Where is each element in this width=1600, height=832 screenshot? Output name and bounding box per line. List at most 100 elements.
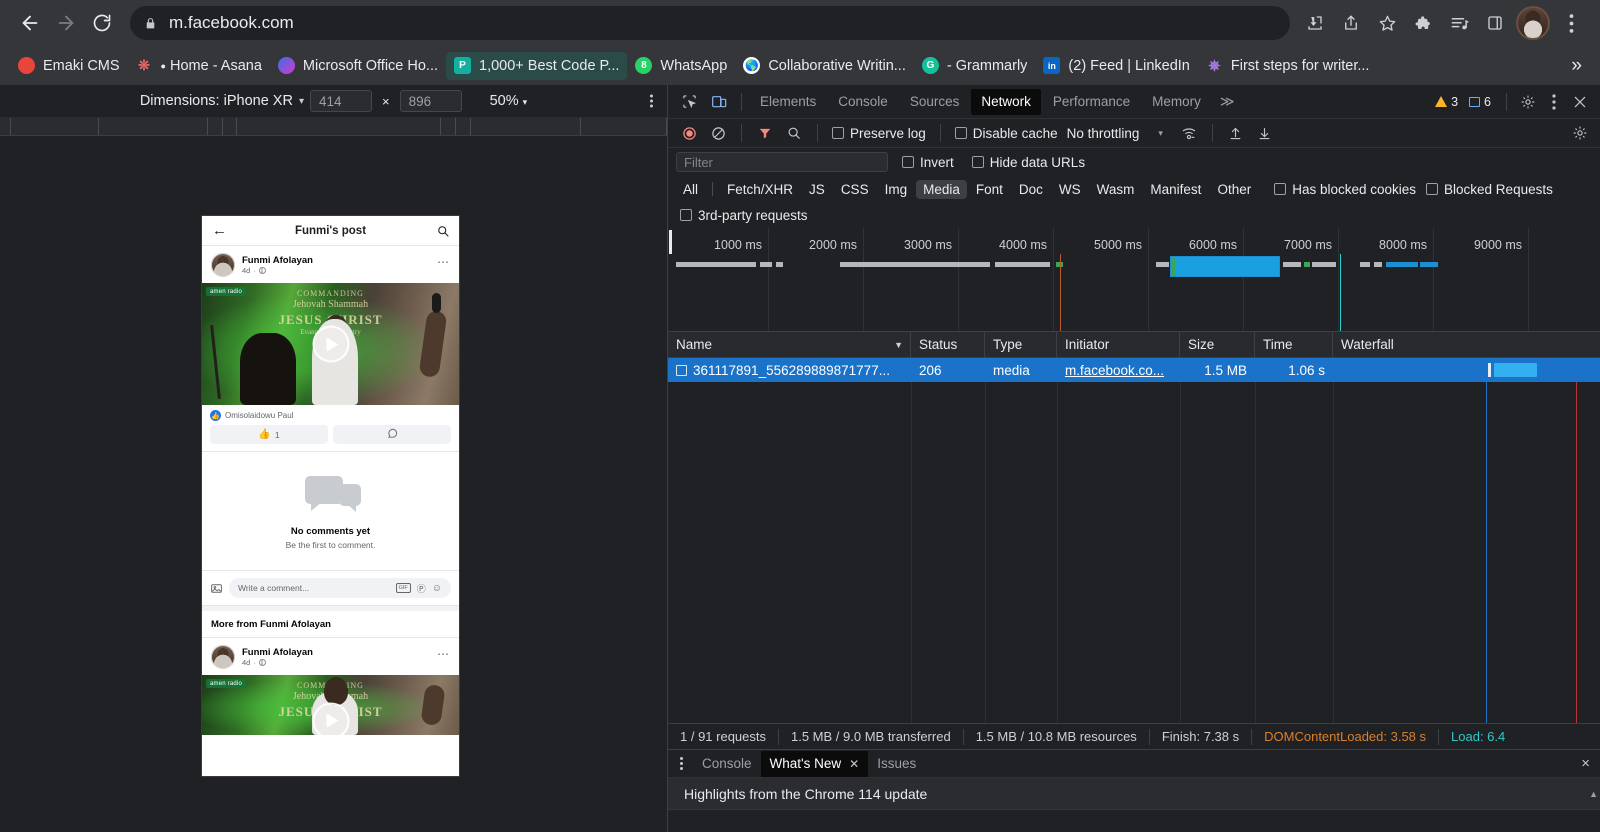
back-button[interactable] bbox=[12, 5, 48, 41]
play-button[interactable] bbox=[312, 326, 349, 363]
whats-new-item[interactable]: Highlights from the Chrome 114 update ▲ bbox=[668, 778, 1600, 810]
throttling-caret-icon[interactable]: ▾ bbox=[1142, 128, 1173, 139]
download-icon[interactable] bbox=[1298, 6, 1332, 40]
clear-circle-icon[interactable] bbox=[705, 122, 731, 144]
tab-network[interactable]: Network bbox=[971, 89, 1041, 115]
bookmark-home-asana[interactable]: ❊ ● Home - Asana bbox=[128, 52, 270, 80]
filter-chip-img[interactable]: Img bbox=[878, 180, 915, 199]
bookmark-whatsapp[interactable]: 8 WhatsApp bbox=[627, 52, 735, 80]
comment-button[interactable] bbox=[333, 425, 451, 444]
disable-cache-checkbox[interactable]: Disable cache bbox=[951, 126, 1062, 141]
cell-initiator[interactable]: m.facebook.co... bbox=[1057, 358, 1180, 382]
chrome-menu-kebab-icon[interactable] bbox=[1554, 6, 1588, 40]
mention-icon[interactable]: Ⓟ bbox=[417, 582, 426, 595]
drawer-menu-kebab-icon[interactable] bbox=[674, 757, 693, 770]
bookmark-microsoft-office[interactable]: Microsoft Office Ho... bbox=[270, 52, 446, 80]
back-arrow-icon[interactable]: ← bbox=[212, 223, 227, 238]
gif-icon[interactable]: GIF bbox=[396, 583, 411, 593]
share-icon[interactable] bbox=[1334, 6, 1368, 40]
tab-console[interactable]: Console bbox=[828, 89, 898, 115]
like-button[interactable]: 👍 1 bbox=[210, 425, 328, 444]
cell-name[interactable]: 361117891_556289889871777... bbox=[668, 358, 911, 382]
bookmarks-overflow-button[interactable]: » bbox=[1563, 55, 1590, 77]
column-header-initiator[interactable]: Initiator bbox=[1057, 332, 1180, 358]
device-dimensions-label[interactable]: Dimensions: iPhone XR bbox=[140, 93, 293, 109]
play-button[interactable] bbox=[312, 702, 349, 735]
filter-chip-manifest[interactable]: Manifest bbox=[1143, 180, 1208, 199]
side-panel-icon[interactable] bbox=[1478, 6, 1512, 40]
profile-avatar[interactable] bbox=[1516, 6, 1550, 40]
inspect-element-icon[interactable] bbox=[675, 89, 703, 115]
drawer-close-icon[interactable]: × bbox=[1581, 755, 1600, 772]
import-har-icon[interactable] bbox=[1223, 122, 1249, 144]
column-header-size[interactable]: Size bbox=[1180, 332, 1255, 358]
device-dimensions-caret-icon[interactable]: ▾ bbox=[299, 96, 304, 107]
search-icon[interactable] bbox=[437, 225, 449, 237]
network-conditions-icon[interactable] bbox=[1176, 122, 1202, 144]
devtools-close-icon[interactable] bbox=[1568, 90, 1592, 114]
column-header-waterfall[interactable]: Waterfall bbox=[1333, 332, 1600, 358]
post-video-thumbnail[interactable]: COMMANDING Jehovah Shammah JESUS CHRIST … bbox=[202, 283, 459, 405]
tab-elements[interactable]: Elements bbox=[750, 89, 826, 115]
author-avatar[interactable] bbox=[211, 253, 235, 277]
address-bar[interactable]: m.facebook.com bbox=[130, 6, 1290, 40]
comment-input[interactable]: Write a comment... GIF Ⓟ ☺ bbox=[229, 578, 451, 598]
device-width-input[interactable]: 414 bbox=[310, 90, 372, 112]
bookmark-linkedin-feed[interactable]: in (2) Feed | LinkedIn bbox=[1035, 52, 1197, 80]
filter-chip-doc[interactable]: Doc bbox=[1012, 180, 1050, 199]
record-stop-icon[interactable] bbox=[676, 122, 702, 144]
search-icon[interactable] bbox=[781, 122, 807, 144]
third-party-requests-checkbox[interactable]: 3rd-party requests bbox=[676, 208, 812, 223]
network-settings-gear-icon[interactable] bbox=[1568, 121, 1592, 145]
throttling-select[interactable]: No throttling bbox=[1065, 126, 1140, 141]
extensions-puzzle-icon[interactable] bbox=[1406, 6, 1440, 40]
mobile-viewport[interactable]: ← Funmi's post Funmi Afolayan 4d · ⋯ bbox=[202, 216, 459, 776]
filter-input[interactable]: Filter bbox=[676, 152, 888, 172]
bookmark-collaborative-writing[interactable]: 🌎 Collaborative Writin... bbox=[735, 52, 914, 80]
bookmark-grammarly[interactable]: G - Grammarly bbox=[914, 52, 1036, 80]
device-toolbar-kebab-icon[interactable] bbox=[650, 95, 653, 108]
filter-chip-fetch-xhr[interactable]: Fetch/XHR bbox=[720, 180, 800, 199]
post-options-icon[interactable]: ⋯ bbox=[437, 259, 450, 271]
tab-performance[interactable]: Performance bbox=[1043, 89, 1140, 115]
export-har-icon[interactable] bbox=[1252, 122, 1278, 144]
drawer-tab-whats-new[interactable]: What's New ✕ bbox=[761, 751, 869, 777]
column-header-name[interactable]: Name ▼ bbox=[668, 332, 911, 358]
filter-chip-media[interactable]: Media bbox=[916, 180, 967, 199]
more-post-video-thumbnail[interactable]: COMMANDING Jehovah Shammah JESUS CHRIST … bbox=[202, 675, 459, 735]
filter-chip-font[interactable]: Font bbox=[969, 180, 1010, 199]
filter-chip-ws[interactable]: WS bbox=[1052, 180, 1088, 199]
bookmark-star-icon[interactable] bbox=[1370, 6, 1404, 40]
scroll-up-arrow-icon[interactable]: ▲ bbox=[1589, 789, 1598, 799]
forward-button[interactable] bbox=[48, 5, 84, 41]
message-count-badge[interactable]: 6 bbox=[1466, 94, 1497, 110]
column-header-status[interactable]: Status bbox=[911, 332, 985, 358]
tab-sources[interactable]: Sources bbox=[900, 89, 970, 115]
post-author-name[interactable]: Funmi Afolayan bbox=[242, 255, 313, 266]
hide-data-urls-checkbox[interactable]: Hide data URLs bbox=[968, 155, 1089, 170]
add-photo-icon[interactable] bbox=[210, 582, 223, 595]
bookmark-best-code[interactable]: P 1,000+ Best Code P... bbox=[446, 52, 627, 80]
preserve-log-checkbox[interactable]: Preserve log bbox=[828, 126, 930, 141]
post-options-icon[interactable]: ⋯ bbox=[437, 651, 450, 663]
has-blocked-cookies-checkbox[interactable]: Has blocked cookies bbox=[1270, 182, 1420, 197]
post-author-name[interactable]: Funmi Afolayan bbox=[242, 647, 313, 658]
invert-checkbox[interactable]: Invert bbox=[898, 155, 958, 170]
table-row[interactable]: 361117891_556289889871777... 206 media m… bbox=[668, 358, 1600, 382]
filter-chip-wasm[interactable]: Wasm bbox=[1090, 180, 1142, 199]
network-overview-timeline[interactable]: 1000 ms 2000 ms 3000 ms 4000 ms 5000 ms … bbox=[668, 228, 1600, 332]
initiator-link[interactable]: m.facebook.co... bbox=[1065, 363, 1164, 378]
close-icon[interactable]: ✕ bbox=[849, 757, 859, 771]
filter-funnel-icon[interactable] bbox=[752, 122, 778, 144]
filter-chip-js[interactable]: JS bbox=[802, 180, 832, 199]
filter-chip-all[interactable]: All bbox=[676, 180, 705, 199]
drawer-tab-console[interactable]: Console bbox=[693, 751, 761, 777]
drawer-tab-issues[interactable]: Issues bbox=[868, 751, 925, 777]
emoji-icon[interactable]: ☺ bbox=[432, 583, 442, 594]
more-tabs-icon[interactable]: ≫ bbox=[1212, 93, 1243, 110]
column-header-type[interactable]: Type bbox=[985, 332, 1057, 358]
author-avatar[interactable] bbox=[211, 645, 235, 669]
devtools-settings-gear-icon[interactable] bbox=[1516, 90, 1540, 114]
filter-chip-css[interactable]: CSS bbox=[834, 180, 876, 199]
bookmark-emaki-cms[interactable]: Emaki CMS bbox=[10, 52, 128, 80]
